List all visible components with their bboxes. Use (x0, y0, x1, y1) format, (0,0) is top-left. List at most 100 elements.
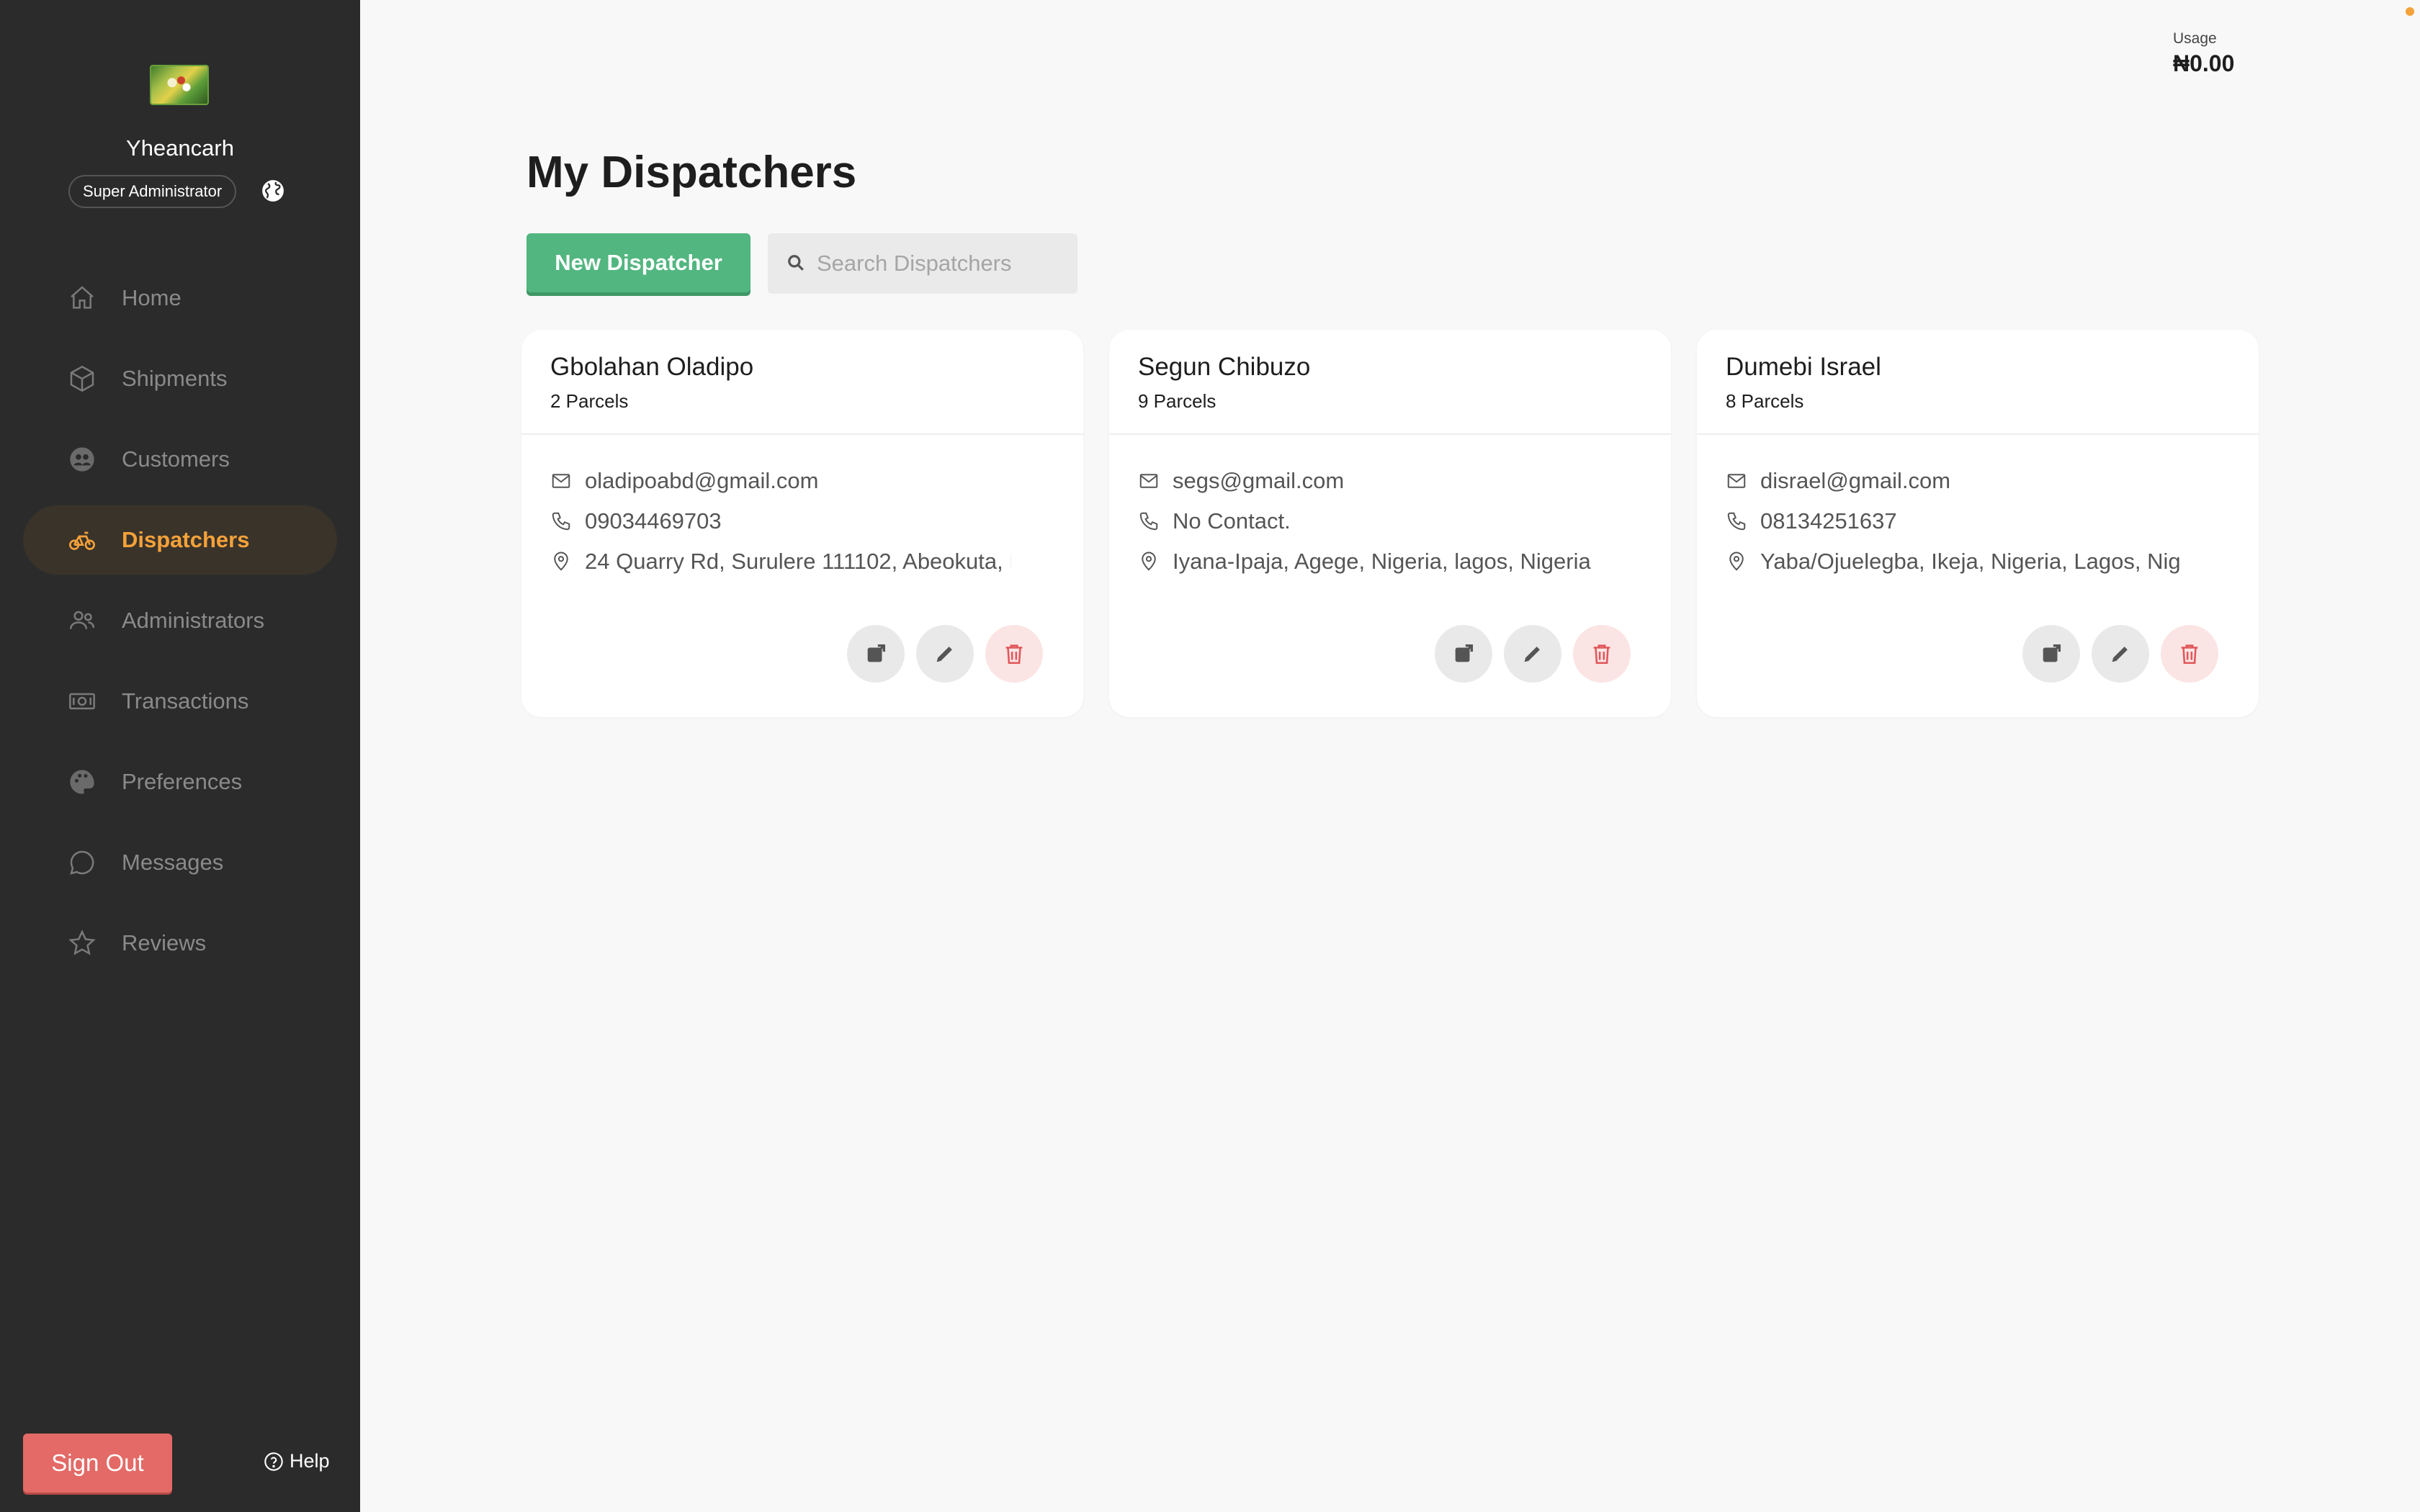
trash-icon (2181, 644, 2198, 665)
sidebar-item-shipments[interactable]: Shipments (23, 344, 337, 413)
search-icon (788, 255, 804, 271)
dispatcher-phone: No Contact. (1173, 508, 1291, 534)
card-actions (2022, 625, 2218, 683)
dispatcher-name: Dumebi Israel (1726, 353, 1881, 381)
external-link-icon (1455, 644, 1474, 662)
mail-icon (1727, 474, 1746, 488)
money-icon (69, 693, 95, 710)
dispatcher-email: disrael@gmail.com (1760, 468, 1951, 493)
company-logo (150, 65, 209, 105)
address-row: Iyana-Ipaja, Agege, Nigeria, lagos, Nige… (1138, 547, 1642, 576)
phone-icon (1727, 512, 1746, 531)
help-icon (264, 1452, 283, 1471)
parcel-count: 2 Parcels (550, 390, 629, 412)
phone-icon (1139, 512, 1158, 531)
location-pin-icon (1729, 552, 1744, 571)
card-actions (847, 625, 1043, 683)
card-header: Segun Chibuzo 9 Parcels (1109, 330, 1671, 435)
location-pin-icon (554, 552, 568, 571)
dispatcher-card: Dumebi Israel 8 Parcels disrael@gmail.co… (1697, 330, 2259, 717)
dispatcher-phone: 08134251637 (1760, 508, 1897, 534)
mail-icon (552, 474, 570, 488)
help-link[interactable]: Help (264, 1450, 330, 1472)
parcel-count: 8 Parcels (1726, 390, 1804, 412)
card-header: Gbolahan Oladipo 2 Parcels (521, 330, 1083, 435)
dispatcher-email: oladipoabd@gmail.com (585, 468, 819, 493)
mail-icon (1139, 474, 1158, 488)
sidebar-item-label: Home (122, 285, 182, 310)
dispatcher-cards: Gbolahan Oladipo 2 Parcels oladipoabd@gm… (521, 330, 2259, 719)
dispatcher-name: Segun Chibuzo (1138, 353, 1311, 381)
open-button[interactable] (1435, 625, 1492, 683)
sidebar-item-transactions[interactable]: Transactions (23, 667, 337, 736)
customers-icon (70, 447, 94, 472)
dispatcher-address: 24 Quarry Rd, Surulere 111102, Abeokuta,… (585, 549, 1011, 574)
edit-button[interactable] (916, 625, 974, 683)
phone-icon (552, 512, 570, 531)
bicycle-icon (69, 531, 95, 550)
external-link-icon (867, 644, 886, 662)
sidebar-item-label: Reviews (122, 930, 207, 955)
external-link-icon (2043, 644, 2061, 662)
open-button[interactable] (847, 625, 905, 683)
edit-button[interactable] (2092, 625, 2149, 683)
delete-button[interactable] (1573, 625, 1631, 683)
sidebar-item-messages[interactable]: Messages (23, 828, 337, 897)
sidebar-item-label: Messages (122, 850, 224, 875)
parcel-count: 9 Parcels (1138, 390, 1216, 412)
dispatcher-card: Gbolahan Oladipo 2 Parcels oladipoabd@gm… (521, 330, 1083, 717)
usage-value: ₦0.00 (2173, 50, 2235, 76)
dispatcher-phone: 09034469703 (585, 508, 722, 534)
dispatcher-address: Iyana-Ipaja, Agege, Nigeria, lagos, Nige… (1173, 549, 1591, 574)
dispatcher-card: Segun Chibuzo 9 Parcels segs@gmail.com N… (1109, 330, 1671, 717)
sidebar-item-label: Dispatchers (122, 527, 250, 552)
page-title: My Dispatchers (526, 148, 857, 197)
new-dispatcher-button[interactable]: New Dispatcher (526, 233, 750, 292)
sidebar-item-preferences[interactable]: Preferences (23, 747, 337, 816)
star-icon (68, 930, 96, 955)
edit-button[interactable] (1504, 625, 1561, 683)
dispatcher-name: Gbolahan Oladipo (550, 353, 754, 381)
email-row: disrael@gmail.com (1726, 467, 2230, 495)
address-row: 24 Quarry Rd, Surulere 111102, Abeokuta,… (550, 547, 1054, 576)
open-button[interactable] (2022, 625, 2080, 683)
trash-icon (1005, 644, 1023, 665)
search-input[interactable] (817, 233, 1069, 294)
dispatcher-address: Yaba/Ojuelegba, Ikeja, Nigeria, Lagos, N… (1760, 549, 2181, 574)
search-box (768, 233, 1077, 294)
sidebar-item-administrators[interactable]: Administrators (23, 586, 337, 655)
location-pin-icon (1142, 552, 1156, 571)
globe-icon[interactable] (261, 179, 285, 203)
email-row: oladipoabd@gmail.com (550, 467, 1054, 495)
user-name: Yheancarh (126, 135, 234, 161)
sidebar: Yheancarh Super Administrator Home Shipm… (0, 0, 360, 1512)
sidebar-item-customers[interactable]: Customers (23, 425, 337, 494)
sidebar-item-label: Shipments (122, 366, 228, 391)
sidebar-item-home[interactable]: Home (23, 264, 337, 333)
address-row: Yaba/Ojuelegba, Ikeja, Nigeria, Lagos, N… (1726, 547, 2230, 576)
card-header: Dumebi Israel 8 Parcels (1697, 330, 2259, 435)
sidebar-item-label: Preferences (122, 769, 243, 794)
sidebar-item-label: Customers (122, 446, 230, 472)
pencil-icon (1524, 647, 1540, 662)
home-icon (71, 286, 94, 309)
sign-out-button[interactable]: Sign Out (23, 1434, 172, 1493)
notification-dot (2406, 7, 2414, 16)
email-row: segs@gmail.com (1138, 467, 1642, 495)
sidebar-item-label: Administrators (122, 608, 265, 633)
phone-row: 08134251637 (1726, 507, 2230, 536)
box-icon (70, 365, 94, 392)
dispatcher-email: segs@gmail.com (1173, 468, 1345, 493)
help-label: Help (290, 1450, 330, 1472)
sidebar-nav: Home Shipments Customers Dispatchers Adm… (23, 264, 337, 989)
delete-button[interactable] (2161, 625, 2218, 683)
phone-row: 09034469703 (550, 507, 1054, 536)
usage-label: Usage (2173, 30, 2217, 47)
sidebar-item-dispatchers[interactable]: Dispatchers (23, 505, 337, 575)
sidebar-item-label: Transactions (122, 688, 249, 714)
sidebar-item-reviews[interactable]: Reviews (23, 909, 337, 978)
pencil-icon (936, 647, 952, 662)
palette-icon (70, 770, 94, 794)
delete-button[interactable] (985, 625, 1043, 683)
role-badge: Super Administrator (68, 175, 237, 208)
